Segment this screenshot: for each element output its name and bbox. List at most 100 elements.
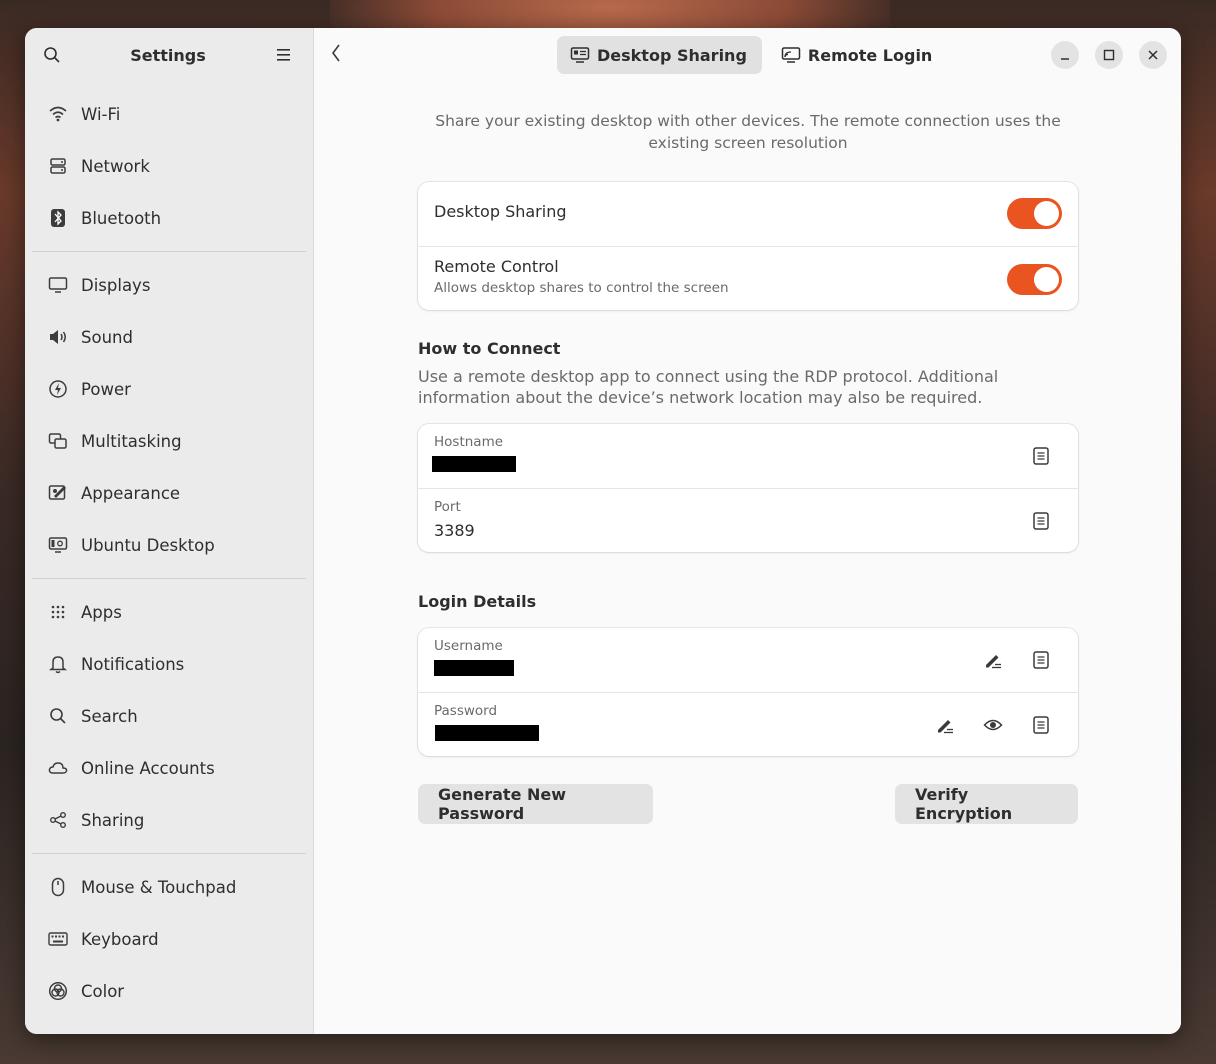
remote-control-subtitle: Allows desktop shares to control the scr… — [434, 280, 729, 296]
settings-window: Settings Wi-Fi Network Bluetooth Display… — [25, 28, 1181, 1034]
sidebar-item-label: Sharing — [81, 810, 145, 830]
eye-icon[interactable] — [982, 714, 1004, 736]
login-details-title: Login Details — [418, 592, 537, 611]
sidebar-item-power[interactable]: Power — [25, 363, 313, 415]
toggle-knob — [1034, 267, 1059, 292]
username-value — [434, 660, 1062, 680]
copy-icon[interactable] — [1030, 510, 1052, 532]
sidebar-item-color[interactable]: Color — [25, 965, 313, 1017]
sidebar-item-mouse-touchpad[interactable]: Mouse & Touchpad — [25, 861, 313, 913]
sidebar-item-label: Bluetooth — [81, 208, 162, 228]
sidebar-item-keyboard[interactable]: Keyboard — [25, 913, 313, 965]
bluetooth-icon — [47, 207, 69, 229]
ubuntu-desktop-icon — [47, 534, 69, 556]
port-value: 3389 — [434, 521, 475, 540]
speaker-icon — [47, 326, 69, 348]
sidebar-item-appearance[interactable]: Appearance — [25, 467, 313, 519]
sidebar-item-label: Network — [81, 156, 150, 176]
sidebar-item-wifi[interactable]: Wi-Fi — [25, 88, 313, 140]
multitasking-icon — [47, 430, 69, 452]
verify-encryption-button[interactable]: Verify Encryption — [895, 784, 1078, 824]
main-pane: Desktop Sharing Remote Login Share your … — [314, 28, 1181, 1034]
how-to-connect-desc: Use a remote desktop app to connect usin… — [418, 367, 999, 407]
minimize-icon[interactable] — [1051, 41, 1079, 69]
port-row: Port 3389 — [418, 488, 1078, 552]
remote-control-row: Remote Control Allows desktop shares to … — [418, 246, 1078, 310]
desktop-sharing-toggle[interactable] — [1007, 198, 1062, 229]
sidebar-separator — [32, 251, 306, 252]
view-switcher: Desktop Sharing Remote Login — [557, 36, 947, 74]
sidebar-item-label: Search — [81, 706, 138, 726]
login-details-section: Login Details — [418, 592, 1078, 611]
power-icon — [47, 378, 69, 400]
sidebar-header: Settings — [25, 28, 313, 82]
sidebar: Settings Wi-Fi Network Bluetooth Display… — [25, 28, 314, 1034]
sidebar-item-label: Keyboard — [81, 929, 159, 949]
sidebar-item-search[interactable]: Search — [25, 690, 313, 742]
sidebar-item-label: Mouse & Touchpad — [81, 877, 237, 897]
copy-icon[interactable] — [1030, 445, 1052, 467]
login-card: Username Password — [418, 628, 1078, 756]
tab-label: Desktop Sharing — [597, 45, 747, 65]
toggle-knob — [1034, 201, 1059, 226]
cloud-icon — [47, 757, 69, 779]
network-icon — [47, 155, 69, 177]
sidebar-item-bluetooth[interactable]: Bluetooth — [25, 192, 313, 244]
generate-new-password-button[interactable]: Generate New Password — [418, 784, 653, 824]
apps-grid-icon — [47, 601, 69, 623]
desktop-sharing-row: Desktop Sharing — [418, 182, 1078, 246]
mouse-icon — [47, 876, 69, 898]
hostname-value — [432, 456, 1062, 476]
sidebar-item-label: Color — [81, 981, 125, 1001]
bell-icon — [47, 653, 69, 675]
sidebar-item-displays[interactable]: Displays — [25, 259, 313, 311]
desktop-sharing-page: Share your existing desktop with other d… — [418, 82, 1078, 824]
sidebar-item-apps[interactable]: Apps — [25, 586, 313, 638]
sidebar-separator — [32, 853, 306, 854]
sidebar-item-sound[interactable]: Sound — [25, 311, 313, 363]
close-icon[interactable] — [1139, 41, 1167, 69]
username-actions — [982, 649, 1052, 671]
hamburger-menu-icon[interactable] — [273, 44, 295, 66]
sidebar-item-online-accounts[interactable]: Online Accounts — [25, 742, 313, 794]
remote-control-label: Remote Control — [434, 257, 559, 276]
sidebar-item-ubuntu-desktop[interactable]: Ubuntu Desktop — [25, 519, 313, 571]
username-row: Username — [418, 628, 1078, 692]
sidebar-item-label: Wi-Fi — [81, 104, 121, 124]
sidebar-item-multitasking[interactable]: Multitasking — [25, 415, 313, 467]
display-icon — [47, 274, 69, 296]
copy-icon[interactable] — [1030, 649, 1052, 671]
sidebar-item-sharing[interactable]: Sharing — [25, 794, 313, 846]
copy-icon[interactable] — [1030, 714, 1052, 736]
keyboard-icon — [47, 928, 69, 950]
maximize-icon[interactable] — [1095, 41, 1123, 69]
edit-icon[interactable] — [934, 714, 956, 736]
port-actions — [1030, 510, 1052, 532]
intro-text: Share your existing desktop with other d… — [435, 112, 1061, 152]
sidebar-nav: Wi-Fi Network Bluetooth Displays Sound P… — [25, 82, 313, 1017]
redacted-username — [434, 660, 514, 676]
password-actions — [934, 714, 1052, 736]
redacted-password — [435, 725, 539, 741]
sidebar-item-label: Apps — [81, 602, 122, 622]
tab-remote-login[interactable]: Remote Login — [768, 36, 947, 74]
action-buttons: Generate New Password Verify Encryption — [418, 784, 1078, 824]
edit-icon[interactable] — [982, 649, 1004, 671]
sidebar-item-label: Sound — [81, 327, 133, 347]
back-chevron-icon[interactable] — [330, 42, 352, 68]
window-controls — [1051, 41, 1167, 69]
how-to-connect-section: How to Connect Use a remote desktop app … — [418, 339, 1078, 408]
sidebar-item-notifications[interactable]: Notifications — [25, 638, 313, 690]
color-icon — [47, 980, 69, 1002]
tab-desktop-sharing[interactable]: Desktop Sharing — [557, 36, 762, 74]
tab-label: Remote Login — [807, 45, 933, 65]
sidebar-title: Settings — [130, 45, 206, 65]
sidebar-item-label: Displays — [81, 275, 151, 295]
remote-login-icon — [781, 45, 801, 65]
hostname-label: Hostname — [434, 434, 504, 450]
sidebar-item-network[interactable]: Network — [25, 140, 313, 192]
desktop-sharing-label: Desktop Sharing — [434, 202, 567, 221]
sidebar-separator — [32, 578, 306, 579]
search-icon[interactable] — [41, 44, 63, 66]
remote-control-toggle[interactable] — [1007, 264, 1062, 295]
